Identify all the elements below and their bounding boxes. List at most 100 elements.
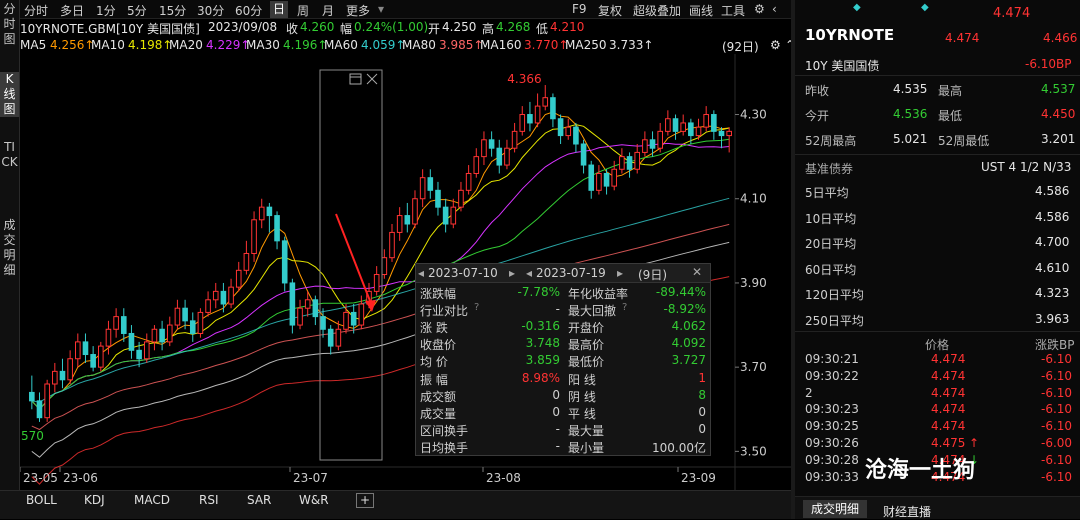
next-icon[interactable]: ▸ [509, 266, 515, 280]
ma20-label: MA20 [169, 38, 203, 52]
stat-value: 0 [552, 404, 560, 419]
tab-wr[interactable]: W&R [295, 491, 333, 510]
stat-value: 4.536 [893, 107, 928, 121]
tab-trade-detail[interactable]: 成交明细 [803, 500, 868, 518]
settings-icon[interactable]: ⚙ [770, 38, 781, 52]
view-timeshare[interactable]: 分时图 [0, 2, 19, 47]
ma160-value: 3.770↑ [524, 38, 569, 52]
panel-tabs: 成交明细 财经直播 [795, 496, 1080, 519]
overlay-button[interactable]: 超级叠加 [633, 2, 681, 19]
tick-time: 09:30:22 [805, 368, 859, 383]
stat-label: 平 线 [568, 406, 596, 421]
tab-live[interactable]: 财经直播 [883, 503, 931, 520]
y-tick-label: 4.10 [740, 192, 767, 206]
stat-value: - [555, 438, 560, 453]
period-more[interactable]: 更多 [346, 2, 370, 19]
period-5min[interactable]: 5分 [127, 2, 147, 19]
candle-body [335, 328, 342, 347]
tab-rsi[interactable]: RSI [195, 491, 223, 510]
period-30min[interactable]: 30分 [197, 2, 224, 19]
candle-body [718, 130, 725, 137]
end-date[interactable]: 2023-07-19 [536, 266, 606, 280]
period-multiday[interactable]: 多日 [60, 2, 84, 19]
candle-body [281, 240, 288, 284]
candle-body [634, 151, 641, 170]
stat-label: 今开 [805, 109, 830, 123]
period-15min[interactable]: 15分 [159, 2, 186, 19]
candle-body [404, 215, 411, 225]
stat-value: 3.748 [525, 336, 560, 351]
average-label: 250日平均 [805, 313, 864, 328]
average-value: 4.586 [1035, 209, 1070, 224]
bell-icon[interactable]: ◆ [853, 2, 861, 13]
low-value: 4.210 [550, 20, 585, 34]
chevron-left-icon[interactable]: ‹ [772, 2, 777, 16]
stat-value: 3.859 [525, 353, 560, 368]
f9-button[interactable]: F9 [572, 2, 587, 16]
candle-body [143, 341, 150, 360]
stat-value: 1 [698, 370, 706, 385]
candle-body [542, 97, 549, 107]
candle-body [596, 172, 602, 191]
view-tick[interactable]: TICK [0, 140, 19, 170]
period-month[interactable]: 月 [322, 2, 334, 19]
start-date[interactable]: 2023-07-10 [428, 266, 498, 280]
arrow-up-icon: ↑ [969, 436, 980, 450]
candle-body [373, 274, 380, 292]
draw-line-button[interactable]: 画线 [689, 2, 713, 19]
candle-body [350, 311, 357, 326]
candle-body [435, 189, 441, 208]
ma80-value: 3.985↑ [439, 38, 484, 52]
settings-icon[interactable]: ⚙ [754, 2, 765, 16]
popup-header: ◂ 2023-07-10 ▸ ◂ 2023-07-19 ▸ (9日) ✕ [416, 264, 710, 283]
candle-body [412, 198, 418, 225]
period-1min[interactable]: 1分 [96, 2, 116, 19]
tick-time: 09:30:28 [805, 452, 859, 467]
tools-button[interactable]: 工具 [721, 2, 745, 19]
candle-body [235, 269, 242, 288]
stat-label: 涨 跌 [420, 321, 448, 336]
candle-body [442, 206, 449, 225]
x-tick-label: 23-08 [486, 471, 521, 485]
tab-macd[interactable]: MACD [130, 491, 174, 510]
y-tick-label: 3.90 [740, 276, 767, 290]
candle-body [550, 97, 556, 120]
tab-boll[interactable]: BOLL [22, 491, 61, 510]
view-trade-detail[interactable]: 成交明细 [0, 218, 19, 278]
period-60min[interactable]: 60分 [235, 2, 262, 19]
average-value: 4.700 [1035, 235, 1070, 249]
bell-icon-2[interactable]: ◆ [921, 2, 929, 13]
candle-body [488, 139, 495, 149]
tab-sar[interactable]: SAR [243, 491, 275, 510]
stat-value: - [555, 421, 560, 436]
prev-icon[interactable]: ◂ [418, 266, 424, 280]
candle-body [243, 252, 250, 271]
candle-body [389, 231, 395, 259]
tab-kdj[interactable]: KDJ [80, 491, 109, 510]
candle-body [396, 215, 403, 233]
adjust-button[interactable]: 复权 [598, 2, 622, 19]
chevron-down-icon[interactable]: ▾ [378, 2, 384, 16]
close-icon[interactable] [366, 73, 378, 85]
period-timeshare[interactable]: 分时 [24, 2, 48, 19]
tick-change: -6.10 [1041, 402, 1073, 417]
candle-body [90, 354, 96, 368]
next-icon-2[interactable]: ▸ [617, 266, 623, 280]
candle-body [159, 328, 165, 343]
close-icon[interactable]: ✕ [692, 265, 702, 279]
stat-value: 0 [698, 421, 706, 436]
period-day[interactable]: 日 [270, 1, 289, 18]
candle-body [580, 143, 587, 166]
candle-body [182, 307, 188, 322]
square-icon[interactable] [349, 73, 362, 85]
view-kline[interactable]: K线图 [0, 72, 19, 117]
chg-label: 幅 [340, 22, 353, 36]
low-label: 低 [536, 22, 549, 36]
candle-body [626, 156, 633, 170]
candle-body [220, 290, 227, 305]
period-week[interactable]: 周 [297, 2, 309, 19]
candle-body [327, 328, 334, 347]
selection-box[interactable] [319, 69, 383, 461]
prev-icon-2[interactable]: ◂ [526, 266, 532, 280]
add-indicator-icon[interactable]: + [356, 493, 375, 508]
